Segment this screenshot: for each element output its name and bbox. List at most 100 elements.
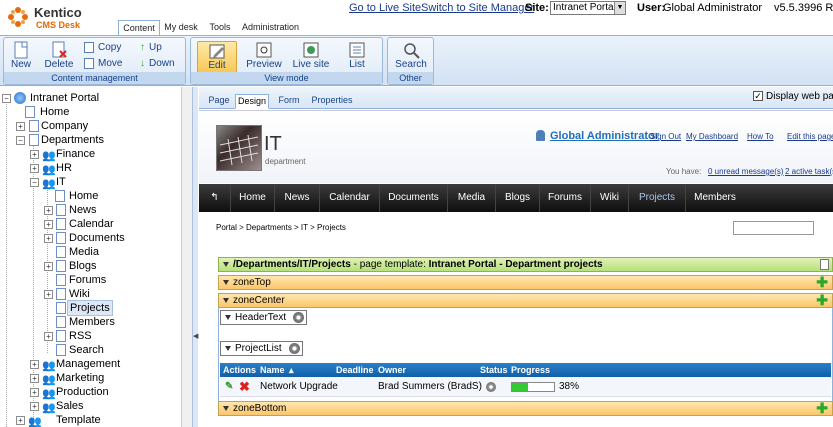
site-selector[interactable]: Intranet Portal ▼ [550, 1, 626, 15]
project-name[interactable]: Network Upgrade [260, 377, 338, 397]
tab-tools[interactable]: Tools [206, 20, 234, 35]
nav-documents[interactable]: Documents [380, 184, 448, 212]
display-web-part-label: Display web part [766, 91, 833, 102]
department-title: IT [264, 133, 282, 155]
col-name[interactable]: Name [260, 363, 285, 377]
col-deadline[interactable]: Deadline [336, 363, 374, 377]
expand-icon[interactable]: + [30, 374, 39, 383]
triangle-down-icon[interactable] [225, 314, 231, 320]
expand-icon[interactable]: + [30, 150, 39, 159]
col-progress[interactable]: Progress [511, 363, 550, 377]
search-button[interactable]: Search [391, 41, 431, 73]
zone-top[interactable]: zoneTop ✚ [218, 275, 833, 290]
down-button[interactable]: ↓ Down [140, 58, 175, 69]
live-site-button[interactable]: Live site [289, 41, 333, 73]
tab-form[interactable]: Form [275, 94, 303, 109]
nav-media[interactable]: Media [448, 184, 496, 212]
site-search-input[interactable] [733, 221, 814, 235]
tab-properties[interactable]: Properties [309, 94, 355, 109]
triangle-down-icon[interactable] [223, 297, 229, 303]
expand-icon[interactable]: + [44, 220, 53, 229]
triangle-down-icon[interactable] [223, 405, 229, 411]
expand-icon[interactable]: + [44, 262, 53, 271]
unread-messages-link[interactable]: 0 unread message(s) [708, 167, 784, 176]
up-button[interactable]: ↑ Up [140, 42, 162, 53]
expand-icon[interactable]: + [16, 122, 25, 131]
nav-news[interactable]: News [275, 184, 320, 212]
edit-pencil-icon [209, 44, 225, 59]
zone-center[interactable]: zoneCenter ✚ [218, 293, 833, 308]
chevron-down-icon[interactable]: ▼ [614, 2, 625, 14]
copy-button[interactable]: Copy [84, 42, 121, 53]
edit-this-page-link[interactable]: Edit this page [787, 132, 833, 141]
how-to-link[interactable]: How To [747, 132, 774, 141]
col-owner[interactable]: Owner [378, 363, 406, 377]
preview-button[interactable]: Preview [243, 41, 285, 73]
kentico-logo[interactable]: Kentico CMS Desk [6, 3, 116, 33]
site-user-name-link[interactable]: Global Administrator [550, 130, 659, 142]
triangle-down-icon[interactable] [223, 261, 229, 267]
collapse-icon[interactable]: − [2, 94, 11, 103]
tab-design[interactable]: Design [235, 94, 269, 109]
add-webpart-icon[interactable]: ✚ [816, 275, 828, 289]
add-webpart-icon[interactable]: ✚ [816, 293, 828, 307]
tree-node-label: Departments [41, 134, 104, 146]
expand-icon[interactable]: + [44, 290, 53, 299]
expand-icon[interactable]: + [44, 206, 53, 215]
gear-icon[interactable] [293, 312, 305, 323]
expand-icon[interactable]: + [30, 388, 39, 397]
move-button[interactable]: Move [84, 58, 122, 69]
collapse-icon[interactable]: − [16, 136, 25, 145]
sign-out-link[interactable]: Sign Out [650, 132, 681, 141]
expand-icon[interactable]: + [16, 416, 25, 425]
nav-projects[interactable]: Projects [629, 184, 686, 212]
nav-members[interactable]: Members [686, 184, 744, 212]
go-to-live-site-link[interactable]: Go to Live Site [349, 2, 421, 14]
panel-splitter[interactable]: ◀ [192, 87, 198, 427]
triangle-down-icon[interactable] [223, 279, 229, 285]
expand-icon[interactable]: + [30, 360, 39, 369]
nav-home[interactable]: Home [231, 184, 275, 212]
kentico-flower-icon [8, 7, 28, 27]
expand-icon[interactable]: + [30, 164, 39, 173]
list-icon [349, 42, 365, 58]
expand-icon[interactable]: + [44, 332, 53, 341]
site-header: IT department Global Administrator : Sig… [199, 111, 833, 183]
webpart-headertext-label: HeaderText [235, 312, 287, 323]
edit-pencil-icon[interactable]: ✎ [225, 377, 233, 397]
webpart-headertext[interactable]: HeaderText [220, 310, 308, 325]
breadcrumb[interactable]: Portal > Departments > IT > Projects [216, 223, 346, 232]
globe-icon [14, 92, 26, 104]
expand-icon[interactable]: + [44, 234, 53, 243]
triangle-down-icon[interactable] [225, 345, 231, 351]
edit-view-button[interactable]: Edit [197, 41, 237, 73]
my-dashboard-link[interactable]: My Dashboard [686, 132, 738, 141]
nav-wiki[interactable]: Wiki [591, 184, 629, 212]
add-webpart-icon[interactable]: ✚ [816, 401, 828, 415]
expand-icon[interactable]: + [30, 402, 39, 411]
gear-icon[interactable] [288, 343, 300, 354]
tab-my-desk[interactable]: My desk [162, 20, 200, 35]
nav-blogs[interactable]: Blogs [496, 184, 540, 212]
page-template-bar[interactable]: /Departments/IT/Projects - page template… [218, 257, 833, 272]
switch-to-site-manager-link[interactable]: Switch to Site Manager [421, 2, 534, 14]
delete-button[interactable]: Delete [40, 41, 78, 73]
delete-icon[interactable]: ✖ [239, 377, 250, 397]
tree-scrollbar[interactable] [181, 87, 192, 427]
webpart-projectlist[interactable]: ProjectList [220, 341, 303, 356]
tree-node-label: Template [56, 414, 101, 426]
nav-calendar[interactable]: Calendar [320, 184, 380, 212]
zone-bottom[interactable]: zoneBottom ✚ [218, 401, 833, 416]
tab-administration[interactable]: Administration [242, 20, 299, 35]
new-button[interactable]: New [4, 41, 38, 73]
nav-forums[interactable]: Forums [540, 184, 591, 212]
tab-content[interactable]: Content [118, 20, 160, 35]
display-web-part-checkbox[interactable]: ✓ [753, 91, 763, 101]
collapse-arrow-icon[interactable]: ◀ [193, 332, 198, 340]
tab-page[interactable]: Page [205, 94, 233, 109]
list-button[interactable]: List [337, 41, 377, 73]
col-status[interactable]: Status [480, 363, 508, 377]
nav-back-icon[interactable]: ↰ [199, 184, 231, 212]
active-tasks-link[interactable]: 2 active task(s) [785, 167, 833, 176]
collapse-icon[interactable]: − [30, 178, 39, 187]
